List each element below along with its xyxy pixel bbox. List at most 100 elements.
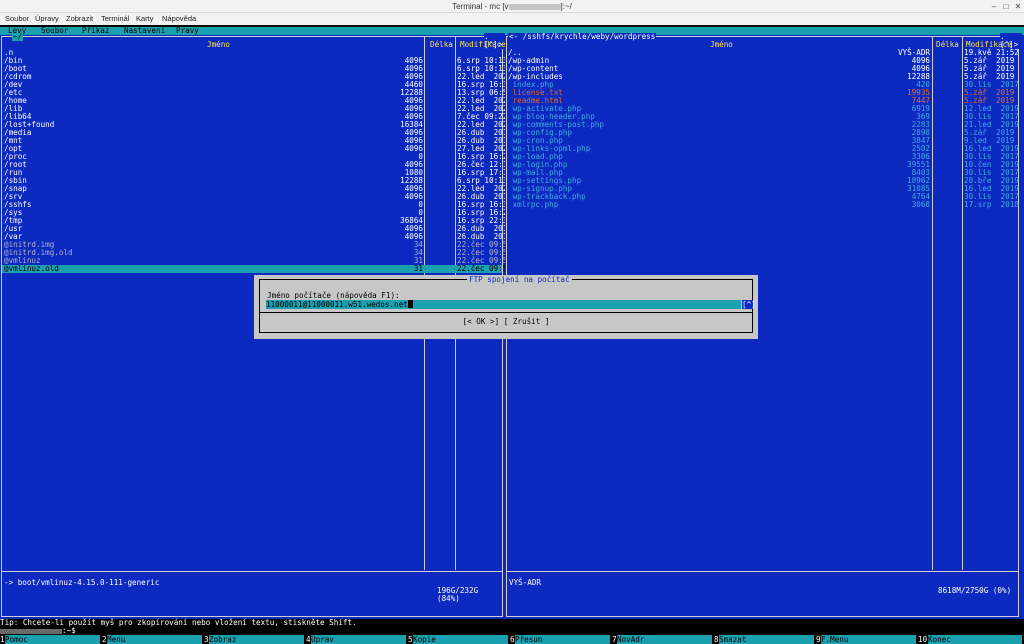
- mc-menu-soubor[interactable]: Soubor: [41, 27, 68, 35]
- file-row[interactable]: /wp-includes 12288 5.zář 2019: [507, 73, 1018, 81]
- fkey-5[interactable]: 5 Kopie: [408, 635, 510, 644]
- right-status-separator: [507, 571, 1018, 572]
- file-size: 31: [413, 264, 423, 273]
- left-header-name[interactable]: Jméno: [207, 41, 230, 49]
- fkey-6[interactable]: 6 Přesun: [510, 635, 612, 644]
- text-cursor: [407, 300, 413, 308]
- left-panel-path[interactable]: ~/: [12, 33, 24, 41]
- window-title-suffix: ]:~/: [560, 2, 572, 11]
- maximize-icon[interactable]: □: [1002, 2, 1010, 11]
- menu-zobrazit[interactable]: Zobrazit: [66, 13, 93, 25]
- file-row[interactable]: /tmp 36864 16.srp 22:34: [2, 217, 512, 225]
- file-row[interactable]: /bin 4096 6.srp 10:13: [2, 57, 507, 65]
- left-status-line: -> boot/vmlinuz-4.15.0-111-generic: [4, 578, 160, 587]
- menu-soubor[interactable]: Soubor: [5, 13, 29, 25]
- left-file-list: .n/bin 4096 6.srp 10:13/boot 4096 6.srp 10:1…: [2, 49, 512, 273]
- left-header-size[interactable]: Délka: [430, 41, 453, 49]
- file-size: 3068: [911, 200, 930, 209]
- fkey-2[interactable]: 2 Menu: [102, 635, 204, 644]
- fkey-1[interactable]: 1 Pomoc: [0, 635, 102, 644]
- file-row[interactable]: /var 4096 26.dub 2018: [2, 233, 512, 241]
- file-row[interactable]: /sbin 12288 6.srp 10:13: [2, 177, 507, 185]
- fkey-8[interactable]: 8 Smazat: [714, 635, 816, 644]
- file-row[interactable]: license.txt 19935 5.zář 2019: [507, 89, 1018, 97]
- hostname-value: 11000011@11000011.w51.wedos.net: [266, 300, 408, 309]
- file-row[interactable]: /usr 4096 26.dub 2018: [2, 225, 512, 233]
- mc-menu-prikaz[interactable]: Příkaz: [82, 27, 109, 35]
- file-row[interactable]: /boot 4096 6.srp 10:13: [2, 65, 507, 73]
- file-row[interactable]: @initrd.img.old 34 22.čec 09:53: [2, 249, 512, 257]
- file-row[interactable]: /lib64 4096 7.čec 09:22: [2, 113, 507, 121]
- file-row[interactable]: @vmlinuz.old 31 22.čec 09:53: [2, 264, 512, 273]
- file-row[interactable]: wp-comments-post.php 2283 21.led 2019: [507, 121, 1019, 129]
- file-row[interactable]: /snap 4096 22.led 2020: [2, 185, 512, 193]
- fkey-number: 2: [102, 635, 107, 644]
- fkey-9[interactable]: 9 F.Menu: [816, 635, 918, 644]
- file-row[interactable]: /wp-content 4096 5.zář 2019: [507, 65, 1018, 73]
- file-row[interactable]: wp-links-opml.php 2502 16.led 2019: [507, 145, 1019, 153]
- file-row[interactable]: /run 1080 16.srp 17:16: [2, 169, 512, 177]
- ok-button[interactable]: [< OK >]: [463, 317, 500, 326]
- file-row[interactable]: /lib 4096 22.led 2020: [2, 105, 512, 113]
- file-name: @vmlinuz.old: [4, 264, 59, 273]
- fkey-number: 1: [0, 635, 5, 644]
- ftp-dialog-frame: FTP spojení na počítač Jméno počítače (n…: [259, 276, 756, 333]
- left-header-mtime[interactable]: Modifikace: [460, 41, 506, 49]
- file-row[interactable]: /wp-admin 4096 5.zář 2019: [507, 57, 1018, 65]
- file-row[interactable]: /mnt 4096 26.dub 2018: [2, 137, 512, 145]
- file-row[interactable]: wp-load.php 3306 30.lis 2017: [507, 153, 1019, 161]
- shell-prompt[interactable]: :~$: [0, 627, 1024, 635]
- file-row[interactable]: /srv 4096 26.dub 2018: [2, 193, 512, 201]
- fkey-7[interactable]: 7 NovAdr: [612, 635, 714, 644]
- file-row[interactable]: /home 4096 22.led 2020: [2, 97, 512, 105]
- dialog-buttons: [< OK >] [ Zrušit ]: [260, 318, 752, 326]
- right-header-name[interactable]: Jméno: [710, 41, 733, 49]
- file-row[interactable]: /sshfs 0 16.srp 16:30: [2, 201, 512, 209]
- mc-menu-pravy[interactable]: Pravý: [176, 27, 199, 35]
- file-row[interactable]: .n: [2, 49, 502, 57]
- file-row[interactable]: /.. VYŠ-ADR 19.kvě 21:52: [507, 49, 1019, 57]
- hostname-label: Jméno počítače (nápověda F1):: [267, 291, 400, 300]
- file-row[interactable]: wp-settings.php 18962 28.bře 2019: [507, 177, 1019, 185]
- fkey-10[interactable]: 10 Konec: [918, 635, 1024, 644]
- menu-upravy[interactable]: Úpravy: [35, 13, 59, 25]
- mc-menu-nastaveni[interactable]: Nastavení: [124, 27, 165, 35]
- right-header-size[interactable]: Délka: [936, 41, 959, 49]
- fkey-label: Konec: [928, 635, 1022, 644]
- file-row[interactable]: /root 4096 26.čec 12:10: [2, 161, 512, 169]
- file-row[interactable]: /opt 4096 27.led 2020: [2, 145, 512, 153]
- menu-karty[interactable]: Karty: [136, 13, 154, 25]
- fkey-3[interactable]: 3 Zobraz: [204, 635, 306, 644]
- file-row[interactable]: /etc 12288 13.srp 06:59: [2, 89, 512, 97]
- fkey-number: 5: [408, 635, 413, 644]
- menu-napoveda[interactable]: Nápověda: [162, 13, 196, 25]
- minimize-icon[interactable]: –: [990, 2, 998, 11]
- fkey-4[interactable]: 4 Úprav: [306, 635, 408, 644]
- right-panel-path[interactable]: <- /sshfs/krychle/weby/wordpress: [508, 33, 657, 41]
- file-row[interactable]: /proc 0 16.srp 16:29: [2, 153, 512, 161]
- file-row[interactable]: readme.html 7447 5.zář 2019: [507, 97, 1018, 105]
- window-titlebar[interactable]: Terminal - mc [v]:~/ – □ ✕: [0, 0, 1024, 13]
- file-row[interactable]: wp-login.php 39551 10.čen 2019: [507, 161, 1019, 169]
- file-row[interactable]: wp-trackback.php 4764 30.lis 2017: [507, 193, 1019, 201]
- file-row[interactable]: xmlrpc.php 3068 17.srp 2018: [507, 200, 1019, 209]
- redacted-hostname: [508, 3, 561, 10]
- hostname-input[interactable]: 11000011@11000011.w51.wedos.net: [266, 300, 741, 309]
- file-row[interactable]: index.php 420 30.lis 2017: [507, 81, 1019, 89]
- file-row[interactable]: @vmlinuz 31 22.čec 09:53: [2, 257, 512, 265]
- file-row[interactable]: @initrd.img 34 22.čec 09:53: [2, 241, 512, 249]
- close-icon[interactable]: ✕: [1014, 2, 1022, 11]
- file-row[interactable]: /media 4096 26.dub 2018: [2, 129, 512, 137]
- file-row[interactable]: wp-config.php 2898 5.zář 2019: [507, 129, 1018, 137]
- history-button[interactable]: [^]: [742, 300, 756, 309]
- file-row[interactable]: /sys 0 16.srp 16:29: [2, 209, 512, 217]
- file-row[interactable]: /lost+found 16384 22.led 2020: [2, 121, 512, 129]
- file-row[interactable]: /dev 4460 16.srp 16:33: [2, 81, 512, 89]
- cancel-button[interactable]: [ Zrušit ]: [504, 317, 550, 326]
- file-row[interactable]: /cdrom 4096 22.led 2020: [2, 73, 512, 81]
- dialog-separator: [260, 312, 752, 313]
- fkey-number: 10: [918, 635, 928, 644]
- file-row[interactable]: wp-mail.php 8403 30.lis 2017: [507, 169, 1019, 177]
- menu-terminal[interactable]: Terminál: [101, 13, 129, 25]
- fkey-label: Smazat: [719, 635, 814, 644]
